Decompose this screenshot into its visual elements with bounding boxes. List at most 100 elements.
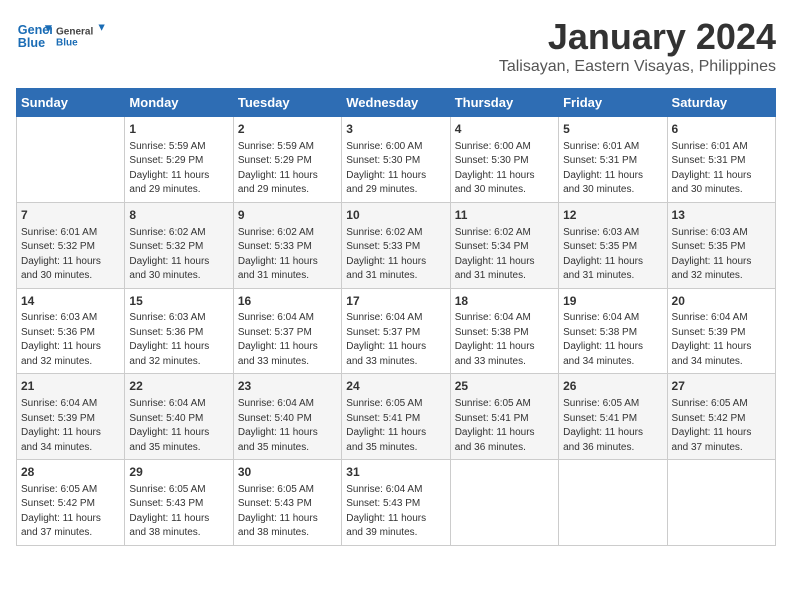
day-info: Sunrise: 6:04 AM Sunset: 5:38 PM Dayligh…	[563, 311, 662, 369]
day-info: Sunrise: 6:04 AM Sunset: 5:39 PM Dayligh…	[672, 311, 771, 369]
calendar-cell: 8 Sunrise: 6:02 AM Sunset: 5:32 PM Daylig…	[125, 202, 233, 288]
day-number: 5	[563, 121, 662, 138]
header: General Blue General Blue January 2024 T…	[16, 16, 776, 76]
day-number: 22	[129, 378, 228, 395]
day-number: 30	[238, 464, 337, 481]
week-row-3: 14Sunrise: 6:03 AM Sunset: 5:36 PM Dayli…	[17, 288, 776, 374]
day-info: Sunrise: 6:01 AM Sunset: 5:32 PM Dayligh…	[21, 226, 120, 284]
logo: General Blue General Blue	[16, 16, 106, 56]
calendar-cell: 31 Sunrise: 6:04 AM Sunset: 5:43 PM Dayli…	[342, 460, 450, 546]
svg-text:Blue: Blue	[18, 36, 45, 50]
day-number: 8	[129, 207, 228, 224]
day-number: 12	[563, 207, 662, 224]
day-number: 17	[346, 293, 445, 310]
calendar-cell: 13 Sunrise: 6:03 AM Sunset: 5:35 PM Dayli…	[667, 202, 775, 288]
day-number: 16	[238, 293, 337, 310]
day-number: 2	[238, 121, 337, 138]
header-monday: Monday	[125, 89, 233, 117]
day-info: Sunrise: 6:05 AM Sunset: 5:42 PM Dayligh…	[672, 397, 771, 455]
header-tuesday: Tuesday	[233, 89, 341, 117]
day-info: Sunrise: 6:05 AM Sunset: 5:41 PM Dayligh…	[455, 397, 554, 455]
calendar-cell: 28 Sunrise: 6:05 AM Sunset: 5:42 PM Dayli…	[17, 460, 125, 546]
calendar-cell: 6Sunrise: 6:01 AM Sunset: 5:31 PM Daylig…	[667, 117, 775, 203]
calendar-cell: 17Sunrise: 6:04 AM Sunset: 5:37 PM Dayli…	[342, 288, 450, 374]
header-wednesday: Wednesday	[342, 89, 450, 117]
calendar-cell	[667, 460, 775, 546]
day-info: Sunrise: 6:01 AM Sunset: 5:31 PM Dayligh…	[672, 140, 771, 198]
calendar-header-row: SundayMondayTuesdayWednesdayThursdayFrid…	[17, 89, 776, 117]
day-number: 14	[21, 293, 120, 310]
day-number: 20	[672, 293, 771, 310]
day-number: 29	[129, 464, 228, 481]
day-number: 18	[455, 293, 554, 310]
day-info: Sunrise: 6:01 AM Sunset: 5:31 PM Dayligh…	[563, 140, 662, 198]
day-info: Sunrise: 6:05 AM Sunset: 5:42 PM Dayligh…	[21, 483, 120, 541]
day-info: Sunrise: 6:05 AM Sunset: 5:41 PM Dayligh…	[346, 397, 445, 455]
day-number: 19	[563, 293, 662, 310]
page-title: January 2024	[499, 16, 776, 58]
day-info: Sunrise: 6:02 AM Sunset: 5:32 PM Dayligh…	[129, 226, 228, 284]
day-info: Sunrise: 6:04 AM Sunset: 5:40 PM Dayligh…	[238, 397, 337, 455]
week-row-2: 7 Sunrise: 6:01 AM Sunset: 5:32 PM Daylig…	[17, 202, 776, 288]
day-info: Sunrise: 5:59 AM Sunset: 5:29 PM Dayligh…	[238, 140, 337, 198]
page-subtitle: Talisayan, Eastern Visayas, Philippines	[499, 58, 776, 76]
day-number: 28	[21, 464, 120, 481]
week-row-4: 21Sunrise: 6:04 AM Sunset: 5:39 PM Dayli…	[17, 374, 776, 460]
header-thursday: Thursday	[450, 89, 558, 117]
calendar-cell: 12 Sunrise: 6:03 AM Sunset: 5:35 PM Dayli…	[559, 202, 667, 288]
day-number: 27	[672, 378, 771, 395]
day-info: Sunrise: 6:04 AM Sunset: 5:38 PM Dayligh…	[455, 311, 554, 369]
day-info: Sunrise: 6:04 AM Sunset: 5:39 PM Dayligh…	[21, 397, 120, 455]
day-info: Sunrise: 6:05 AM Sunset: 5:43 PM Dayligh…	[238, 483, 337, 541]
calendar-cell: 26 Sunrise: 6:05 AM Sunset: 5:41 PM Dayli…	[559, 374, 667, 460]
day-number: 4	[455, 121, 554, 138]
calendar-cell: 4 Sunrise: 6:00 AM Sunset: 5:30 PM Daylig…	[450, 117, 558, 203]
svg-text:Blue: Blue	[56, 38, 78, 49]
calendar-cell	[17, 117, 125, 203]
day-number: 26	[563, 378, 662, 395]
day-number: 7	[21, 207, 120, 224]
calendar-cell: 7 Sunrise: 6:01 AM Sunset: 5:32 PM Daylig…	[17, 202, 125, 288]
day-number: 10	[346, 207, 445, 224]
calendar-cell: 21Sunrise: 6:04 AM Sunset: 5:39 PM Dayli…	[17, 374, 125, 460]
svg-text:General: General	[56, 26, 93, 37]
day-info: Sunrise: 6:02 AM Sunset: 5:33 PM Dayligh…	[346, 226, 445, 284]
calendar-cell: 3 Sunrise: 6:00 AM Sunset: 5:30 PM Daylig…	[342, 117, 450, 203]
calendar-cell	[450, 460, 558, 546]
logo-icon: General Blue	[16, 18, 52, 54]
day-info: Sunrise: 6:00 AM Sunset: 5:30 PM Dayligh…	[455, 140, 554, 198]
day-number: 31	[346, 464, 445, 481]
calendar-cell: 2 Sunrise: 5:59 AM Sunset: 5:29 PM Daylig…	[233, 117, 341, 203]
day-number: 3	[346, 121, 445, 138]
day-info: Sunrise: 6:04 AM Sunset: 5:37 PM Dayligh…	[346, 311, 445, 369]
calendar-table: SundayMondayTuesdayWednesdayThursdayFrid…	[16, 88, 776, 546]
day-info: Sunrise: 6:03 AM Sunset: 5:36 PM Dayligh…	[129, 311, 228, 369]
header-sunday: Sunday	[17, 89, 125, 117]
calendar-cell: 24Sunrise: 6:05 AM Sunset: 5:41 PM Dayli…	[342, 374, 450, 460]
calendar-cell: 25Sunrise: 6:05 AM Sunset: 5:41 PM Dayli…	[450, 374, 558, 460]
header-saturday: Saturday	[667, 89, 775, 117]
calendar-cell: 1Sunrise: 5:59 AM Sunset: 5:29 PM Daylig…	[125, 117, 233, 203]
week-row-1: 1 Sunrise: 5:59 AM Sunset: 5:29 PM Daylig…	[17, 117, 776, 203]
day-number: 23	[238, 378, 337, 395]
calendar-cell: 22Sunrise: 6:04 AM Sunset: 5:40 PM Dayli…	[125, 374, 233, 460]
calendar-cell: 16Sunrise: 6:04 AM Sunset: 5:37 PM Dayli…	[233, 288, 341, 374]
day-number: 13	[672, 207, 771, 224]
day-info: Sunrise: 6:03 AM Sunset: 5:35 PM Dayligh…	[563, 226, 662, 284]
day-info: Sunrise: 6:04 AM Sunset: 5:43 PM Dayligh…	[346, 483, 445, 541]
calendar-cell: 27 Sunrise: 6:05 AM Sunset: 5:42 PM Dayli…	[667, 374, 775, 460]
calendar-cell: 18Sunrise: 6:04 AM Sunset: 5:38 PM Dayli…	[450, 288, 558, 374]
calendar-cell: 30 Sunrise: 6:05 AM Sunset: 5:43 PM Dayli…	[233, 460, 341, 546]
day-info: Sunrise: 6:05 AM Sunset: 5:43 PM Dayligh…	[129, 483, 228, 541]
day-info: Sunrise: 6:03 AM Sunset: 5:35 PM Dayligh…	[672, 226, 771, 284]
day-info: Sunrise: 6:02 AM Sunset: 5:33 PM Dayligh…	[238, 226, 337, 284]
day-info: Sunrise: 6:05 AM Sunset: 5:41 PM Dayligh…	[563, 397, 662, 455]
calendar-cell: 20Sunrise: 6:04 AM Sunset: 5:39 PM Dayli…	[667, 288, 775, 374]
day-info: Sunrise: 6:00 AM Sunset: 5:30 PM Dayligh…	[346, 140, 445, 198]
day-number: 1	[129, 121, 228, 138]
day-info: Sunrise: 6:02 AM Sunset: 5:34 PM Dayligh…	[455, 226, 554, 284]
title-section: January 2024 Talisayan, Eastern Visayas,…	[499, 16, 776, 76]
calendar-cell: 5 Sunrise: 6:01 AM Sunset: 5:31 PM Daylig…	[559, 117, 667, 203]
day-info: Sunrise: 6:03 AM Sunset: 5:36 PM Dayligh…	[21, 311, 120, 369]
calendar-cell	[559, 460, 667, 546]
